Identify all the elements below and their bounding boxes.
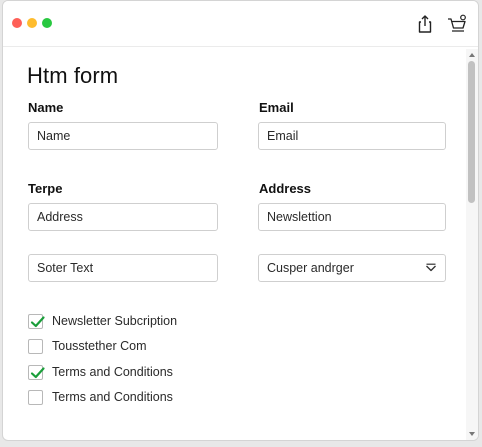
checkbox-row-tousstether[interactable]: Tousstether Com xyxy=(28,337,146,355)
checkmark-icon xyxy=(30,366,45,378)
terpe-input-value: Address xyxy=(37,210,83,224)
other-text-input-value: Soter Text xyxy=(37,261,94,275)
address-label: Address xyxy=(259,181,312,196)
close-window-button[interactable] xyxy=(12,18,22,28)
title-bar xyxy=(3,1,478,47)
vertical-scrollbar[interactable] xyxy=(466,49,478,440)
share-icon[interactable] xyxy=(414,13,436,35)
chevron-down-icon xyxy=(426,263,436,272)
email-input[interactable]: Email xyxy=(258,122,446,150)
email-input-value: Email xyxy=(267,129,299,143)
checkbox-label: Newsletter Subcription xyxy=(52,314,178,328)
terpe-input[interactable]: Address xyxy=(28,203,218,231)
checkbox-terms-1[interactable] xyxy=(28,364,45,380)
form-content: Htm form Name Name Email Email Terpe Add… xyxy=(3,47,464,440)
zoom-window-button[interactable] xyxy=(42,18,52,28)
address-input-value: Newslettion xyxy=(267,210,332,224)
checkbox-label: Terms and Conditions xyxy=(52,390,173,404)
scroll-up-arrow-icon[interactable] xyxy=(469,53,475,57)
checkbox-label: Terms and Conditions xyxy=(52,365,173,379)
page-title: Htm form xyxy=(27,63,119,88)
address-input[interactable]: Newslettion xyxy=(258,203,446,231)
customer-select[interactable]: Cusper andrger xyxy=(258,254,446,282)
terpe-label: Terpe xyxy=(28,181,63,196)
checkmark-icon xyxy=(30,315,45,327)
app-window: Htm form Name Name Email Email Terpe Add… xyxy=(2,0,479,441)
email-label: Email xyxy=(259,100,294,115)
name-input[interactable]: Name xyxy=(28,122,218,150)
checkbox-row-terms-1[interactable]: Terms and Conditions xyxy=(28,363,173,381)
checkbox-row-terms-2[interactable]: Terms and Conditions xyxy=(28,388,173,406)
customer-select-value: Cusper andrger xyxy=(267,261,354,275)
checkbox-newsletter[interactable] xyxy=(28,313,45,329)
other-text-input[interactable]: Soter Text xyxy=(28,254,218,282)
checkbox-row-newsletter[interactable]: Newsletter Subcription xyxy=(28,312,177,330)
minimize-window-button[interactable] xyxy=(27,18,37,28)
scroll-down-arrow-icon[interactable] xyxy=(469,432,475,436)
checkbox-tousstether[interactable] xyxy=(28,338,43,354)
name-label: Name xyxy=(28,100,64,115)
checkbox-label: Tousstether Com xyxy=(52,339,147,353)
name-input-value: Name xyxy=(37,129,71,143)
checkbox-terms-2[interactable] xyxy=(28,389,43,405)
cart-icon[interactable] xyxy=(446,13,468,35)
scrollbar-thumb[interactable] xyxy=(468,61,475,203)
